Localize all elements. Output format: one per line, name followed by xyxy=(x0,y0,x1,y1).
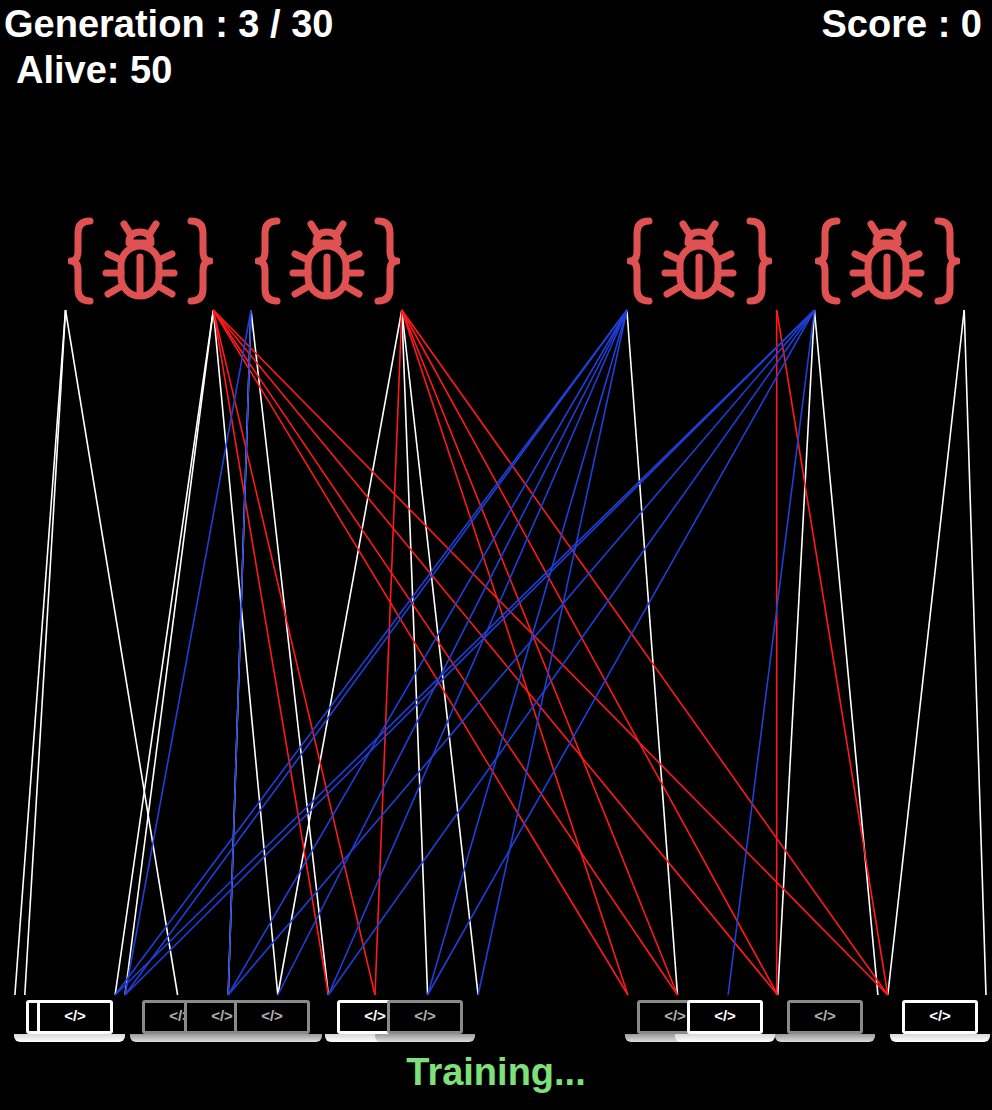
sensor-ray xyxy=(778,310,815,995)
laptop-code-label: </> xyxy=(64,1007,86,1024)
generation-counter: Generation : 3 / 30 xyxy=(4,2,333,48)
laptop-agent: </> xyxy=(25,1000,125,1042)
laptop-screen: </> xyxy=(687,1000,763,1034)
laptop-code-label: </> xyxy=(364,1007,386,1024)
sensor-ray xyxy=(228,310,627,995)
bug-enemy xyxy=(815,215,960,307)
sensor-ray xyxy=(402,310,478,995)
laptop-screen: </> xyxy=(387,1000,463,1034)
hud: Generation : 3 / 30 Score : 0Alive: 50 xyxy=(0,0,992,100)
sensor-ray xyxy=(964,310,986,995)
sensor-ray xyxy=(213,310,628,995)
sensor-ray xyxy=(627,310,678,995)
bug-icon xyxy=(627,215,772,307)
bug-enemy xyxy=(68,215,213,307)
sensor-ray xyxy=(15,310,66,995)
sensor-ray xyxy=(278,310,627,995)
sensor-ray xyxy=(278,310,402,995)
sensor-ray xyxy=(66,310,178,995)
laptop-code-label: </> xyxy=(814,1007,836,1024)
laptop-code-label: </> xyxy=(664,1007,686,1024)
sensor-ray xyxy=(115,310,627,995)
sensor-ray xyxy=(125,310,251,995)
laptop-code-label: </> xyxy=(261,1007,283,1024)
sensor-ray xyxy=(115,310,814,995)
sensor-ray xyxy=(776,310,778,995)
laptop-agent: </> xyxy=(222,1000,322,1042)
laptop-base-icon xyxy=(775,1034,875,1042)
sensor-ray xyxy=(478,310,627,995)
bug-icon xyxy=(255,215,400,307)
bug-enemy xyxy=(627,215,772,307)
sensor-ray xyxy=(428,310,815,995)
sensor-ray xyxy=(125,310,627,995)
sensor-ray xyxy=(213,310,328,995)
sensor-ray xyxy=(213,310,777,995)
bug-enemy xyxy=(255,215,400,307)
alive-counter: Alive: 50 xyxy=(4,48,982,94)
training-status: Training... xyxy=(406,1050,585,1096)
status-bar: Training... xyxy=(0,1050,992,1110)
laptop-base-icon xyxy=(375,1034,475,1042)
sensor-ray xyxy=(125,310,814,995)
laptop-screen: </> xyxy=(787,1000,863,1034)
laptop-base-icon xyxy=(222,1034,322,1042)
game-screen: Generation : 3 / 30 Score : 0Alive: 50 </>… xyxy=(0,0,992,1110)
bug-icon xyxy=(815,215,960,307)
laptop-code-label: </> xyxy=(414,1007,436,1024)
sensor-ray xyxy=(115,310,213,995)
laptop-screen: </> xyxy=(234,1000,310,1034)
sensor-ray xyxy=(402,310,628,995)
laptop-agent: </> xyxy=(890,1000,990,1042)
sensor-ray xyxy=(728,310,814,995)
sensor-ray xyxy=(228,310,814,995)
laptop-agent: </> xyxy=(775,1000,875,1042)
sensor-ray xyxy=(428,310,627,995)
score-counter: Score : 0 xyxy=(821,2,982,48)
laptop-base-icon xyxy=(25,1034,125,1042)
laptop-agent: </> xyxy=(675,1000,775,1042)
bug-icon xyxy=(68,215,213,307)
sensor-ray xyxy=(328,310,627,995)
laptop-screen: </> xyxy=(902,1000,978,1034)
sensor-ray xyxy=(888,310,964,995)
laptop-base-icon xyxy=(675,1034,775,1042)
laptop-base-icon xyxy=(890,1034,990,1042)
hud-top-row: Generation : 3 / 30 Score : 0 xyxy=(4,2,982,48)
sensor-ray xyxy=(375,310,402,995)
sensor-ray xyxy=(213,310,677,995)
laptop-code-label: </> xyxy=(714,1007,736,1024)
sensor-ray xyxy=(777,310,888,995)
sensor-ray xyxy=(402,310,778,995)
sensor-ray xyxy=(328,310,814,995)
sensor-ray xyxy=(402,310,678,995)
sensor-ray xyxy=(402,310,888,995)
sensor-ray xyxy=(213,310,375,995)
laptop-code-label: </> xyxy=(211,1007,233,1024)
laptop-screen: </> xyxy=(37,1000,113,1034)
sensor-ray xyxy=(213,310,277,995)
sensor-ray xyxy=(402,310,428,995)
sensor-ray xyxy=(25,310,66,995)
laptop-agent: </> xyxy=(375,1000,475,1042)
sensor-ray xyxy=(814,310,878,995)
laptop-code-label: </> xyxy=(929,1007,951,1024)
sensor-rays xyxy=(0,200,992,1050)
play-field: </></></></></></></></></></></> xyxy=(0,200,992,1050)
